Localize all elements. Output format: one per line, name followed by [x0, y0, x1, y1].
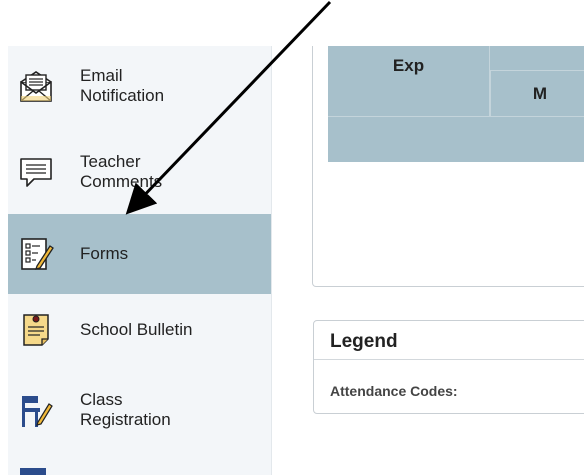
legend-divider: [314, 359, 584, 360]
desk-chair-pencil-icon: [22, 396, 53, 427]
sidebar-item-forms[interactable]: Forms: [8, 214, 271, 294]
header-divider: [328, 116, 584, 117]
forms-checklist-pencil-icon: [21, 238, 54, 270]
column-header-m[interactable]: M: [490, 70, 584, 117]
legend-panel: Legend Attendance Codes:: [313, 320, 584, 414]
sidebar-item-label: Class Registration: [80, 390, 171, 429]
sidebar-item-label: Teacher Comments: [80, 152, 163, 191]
column-header-exp[interactable]: Exp: [328, 46, 490, 116]
sidebar-item-label: Email Notification: [80, 66, 165, 105]
bulletin-note-icon: [23, 314, 49, 346]
sidebar-item-class-registration[interactable]: Class Registration: [8, 370, 271, 450]
sidebar-item-label: School Bulletin: [80, 320, 193, 339]
attendance-table-header: Exp M: [328, 46, 584, 162]
comment-bubble-icon: [20, 158, 52, 187]
sidebar-item-email-notification[interactable]: Email Notification: [8, 46, 271, 126]
sidebar-item-partial[interactable]: [8, 446, 271, 475]
legend-title: Legend: [330, 331, 398, 352]
attendance-codes-label: Attendance Codes:: [330, 383, 458, 399]
sidebar-item-label: Forms: [80, 244, 129, 263]
sidebar-item-school-bulletin[interactable]: School Bulletin: [8, 290, 271, 370]
email-envelope-icon: [20, 71, 52, 102]
sidebar-item-teacher-comments[interactable]: Teacher Comments: [8, 132, 271, 212]
sidebar: Email Notification Teacher Comments Form…: [0, 0, 279, 475]
sidebar-nav: Email Notification Teacher Comments Form…: [8, 46, 272, 475]
partial-item-icon: [20, 468, 46, 475]
